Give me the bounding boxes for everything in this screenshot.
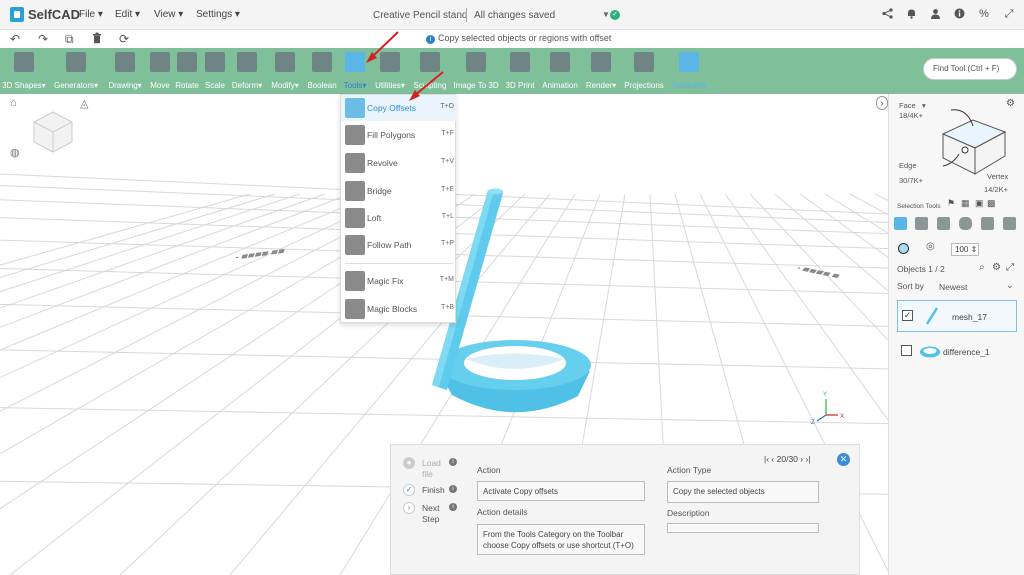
- chevron-down-icon[interactable]: ⌄: [1006, 280, 1014, 291]
- settings-icon[interactable]: ⚙: [992, 262, 1001, 273]
- object-row[interactable]: difference_1: [897, 336, 1017, 368]
- grid-icon[interactable]: ▩: [987, 198, 996, 209]
- arrow-to-tools: [370, 31, 399, 59]
- objects-count: Objects 1 / 2: [897, 264, 945, 274]
- box-icon[interactable]: ▣: [975, 198, 984, 209]
- object-checkbox[interactable]: [901, 345, 912, 356]
- flag-icon[interactable]: ⚑: [947, 198, 955, 209]
- action-details-value: From the Tools Category on the Toolbar c…: [477, 524, 645, 555]
- selection-tools-label: Selection Tools: [897, 203, 941, 210]
- edge-count: 30/7K+: [899, 176, 923, 185]
- circle-select-icon[interactable]: [898, 243, 909, 254]
- close-icon[interactable]: ✕: [837, 453, 850, 466]
- action-label: Action: [477, 465, 501, 475]
- face-count: 18/4K+: [899, 111, 923, 120]
- face-mode[interactable]: Face ▾: [899, 101, 926, 110]
- edge-label[interactable]: Edge: [899, 161, 917, 170]
- info-icon[interactable]: i: [449, 503, 457, 511]
- select-solid-icon[interactable]: [937, 217, 950, 230]
- object-row[interactable]: ✓ mesh_17: [897, 300, 1017, 332]
- action-type-label: Action Type: [667, 465, 712, 475]
- object-checkbox[interactable]: ✓: [902, 310, 913, 321]
- load-file-icon: ●: [403, 457, 415, 469]
- pencil-thumbnail-icon: [925, 307, 939, 325]
- chevron-right-icon: ›: [403, 502, 415, 514]
- step-counter: 20/30: [776, 454, 798, 464]
- description-label: Description: [667, 508, 710, 518]
- right-panel: Face ▾ 18/4K+ ⚙ Edge 30/7K+ Vertex 14/2K…: [888, 94, 1024, 575]
- selection-mode-cube[interactable]: [929, 106, 1011, 178]
- last-step-icon[interactable]: ›|: [806, 454, 811, 464]
- description-value: [667, 523, 819, 533]
- next-step-icon[interactable]: ›: [800, 454, 803, 464]
- expand-icon[interactable]: ⤢: [1006, 262, 1014, 273]
- action-type-value: Copy the selected objects: [667, 481, 819, 503]
- opacity-input[interactable]: 100 ⇕: [951, 243, 979, 256]
- object-name: mesh_17: [952, 312, 987, 322]
- select-wire-icon[interactable]: [915, 217, 928, 230]
- action-details-label: Action details: [477, 507, 528, 517]
- search-icon[interactable]: ⌕: [979, 262, 985, 273]
- info-icon[interactable]: i: [449, 458, 457, 466]
- select-cube-icon[interactable]: [981, 217, 994, 230]
- tutorial-nav: |‹ ‹ 20/30 › ›|: [764, 454, 811, 464]
- info-icon[interactable]: i: [449, 485, 457, 493]
- pattern-select-icon[interactable]: ◎: [926, 241, 935, 252]
- check-icon: ✓: [403, 484, 415, 496]
- ring-thumbnail-icon: [920, 346, 940, 358]
- sort-by-label: Sort by: [897, 281, 924, 291]
- first-step-icon[interactable]: |‹: [764, 454, 769, 464]
- blocks-icon[interactable]: ▦: [961, 198, 970, 209]
- select-sphere-icon[interactable]: [959, 217, 972, 230]
- object-name: difference_1: [943, 347, 990, 357]
- action-value: Activate Copy offsets: [477, 481, 645, 501]
- select-object-icon[interactable]: [894, 217, 907, 230]
- vertex-count: 14/2K+: [984, 185, 1008, 194]
- select-plane-icon[interactable]: [1003, 217, 1016, 230]
- sort-select[interactable]: Newest: [939, 282, 967, 292]
- arrow-to-copy-offsets: [413, 71, 444, 97]
- tutorial-panel: ● Load file i ✓ Finish i › Next Step i A…: [390, 444, 860, 575]
- prev-step-icon[interactable]: ‹: [771, 454, 774, 464]
- vertex-label[interactable]: Vertex: [987, 172, 1008, 181]
